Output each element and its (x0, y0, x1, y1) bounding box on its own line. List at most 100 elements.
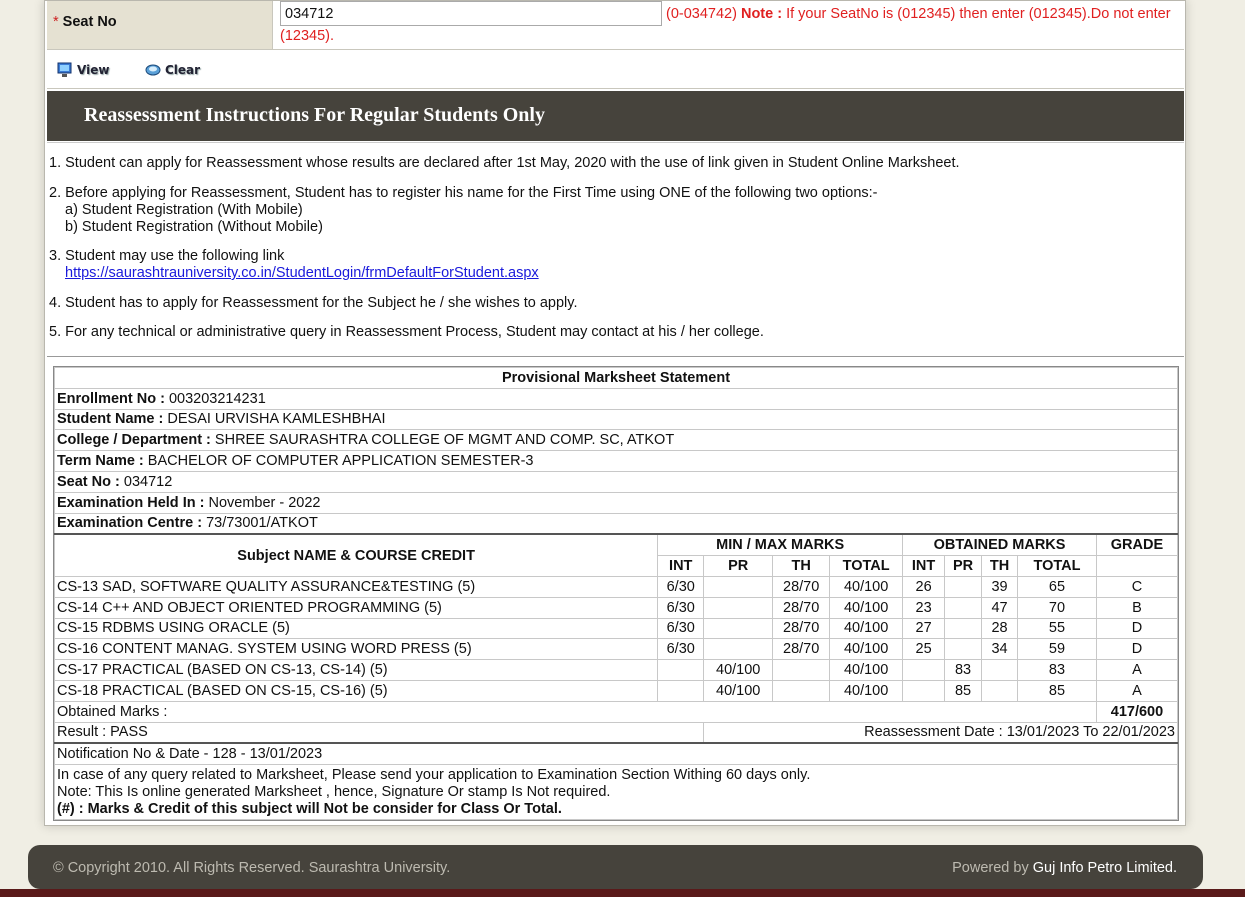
col-int: INT (902, 555, 946, 577)
cell-m_pr: 40/100 (703, 659, 774, 681)
cell-o_total: 59 (1017, 638, 1097, 661)
cell-o_th: 39 (981, 575, 1018, 598)
marksheet: Provisional Marksheet Statement Enrollme… (53, 366, 1179, 822)
cell-m_int (657, 659, 705, 681)
cell-o_th: 28 (981, 617, 1018, 640)
cell-o_int: 26 (902, 575, 946, 598)
col-total: TOTAL (1017, 555, 1097, 577)
footer: © Copyright 2010. All Rights Reserved. S… (28, 845, 1203, 889)
cell-o_total: 55 (1017, 617, 1097, 640)
cell-o_th: 34 (981, 638, 1018, 661)
subject-header: Subject NAME & COURSE CREDIT (53, 533, 659, 577)
clear-label: Clear (165, 63, 201, 77)
cell-grade: A (1095, 659, 1179, 681)
clear-button[interactable]: Clear (145, 59, 200, 81)
cell-subject: CS-18 PRACTICAL (BASED ON CS-15, CS-16) … (53, 679, 659, 702)
cell-o_pr (944, 617, 983, 640)
col-th: TH (772, 555, 831, 577)
cell-m_th (772, 679, 831, 702)
grade-header: GRADE (1095, 533, 1179, 557)
table-row: CS-16 CONTENT MANAG. SYSTEM USING WORD P… (53, 638, 1179, 661)
cell-m_int: 6/30 (657, 575, 705, 598)
cell-grade: C (1095, 575, 1179, 598)
cell-m_th: 28/70 (772, 617, 831, 640)
col-pr: PR (944, 555, 983, 577)
enrollment-row: Enrollment No : 003203214231 (54, 387, 1178, 410)
cell-m_pr: 40/100 (703, 679, 774, 702)
cell-m_total: 40/100 (829, 679, 904, 702)
instructions-list: 1. Student can apply for Reassessment wh… (47, 142, 1184, 357)
powered-by: Powered by Guj Info Petro Limited. (952, 860, 1177, 876)
cell-grade: B (1095, 596, 1179, 619)
reassessment-date: Reassessment Date : 13/01/2023 To 22/01/… (703, 721, 1178, 744)
notification: Notification No & Date - 128 - 13/01/202… (54, 742, 1178, 766)
table-row: CS-13 SAD, SOFTWARE QUALITY ASSURANCE&TE… (53, 575, 1179, 598)
instruction-3-text: 3. Student may use the following link (49, 248, 285, 264)
cell-o_th: 47 (981, 596, 1018, 619)
instruction-2-text: 2. Before applying for Reassessment, Stu… (49, 185, 878, 201)
seat-row: Seat No : 034712 (54, 470, 1178, 493)
cell-grade: D (1095, 638, 1179, 661)
student-name-row: Student Name : DESAI URVISHA KAMLESHBHAI (54, 408, 1178, 431)
cell-subject: CS-15 RDBMS USING ORACLE (5) (53, 617, 659, 640)
note-label: Note : (740, 6, 783, 22)
cell-m_th (772, 659, 831, 681)
seat-label-text: Seat No (62, 14, 117, 30)
cell-o_int: 27 (902, 617, 946, 640)
marksheet-title: Provisional Marksheet Statement (54, 367, 1178, 389)
table-row: CS-14 C++ AND OBJECT ORIENTED PROGRAMMIN… (53, 596, 1179, 619)
copyright: © Copyright 2010. All Rights Reserved. S… (53, 860, 451, 876)
instructions-title: Reassessment Instructions For Regular St… (47, 91, 1184, 141)
cell-o_int: 23 (902, 596, 946, 619)
cell-m_pr (703, 596, 774, 619)
view-button[interactable]: View (57, 59, 109, 81)
cell-m_total: 40/100 (829, 638, 904, 661)
cell-m_total: 40/100 (829, 575, 904, 598)
col-th: TH (981, 555, 1018, 577)
cell-m_int: 6/30 (657, 617, 705, 640)
note-credit: (#) : Marks & Credit of this subject wil… (57, 801, 562, 818)
cell-o_int: 25 (902, 638, 946, 661)
cell-o_pr: 85 (944, 679, 983, 702)
cell-m_int: 6/30 (657, 638, 705, 661)
cell-m_total: 40/100 (829, 659, 904, 681)
college-row: College / Department : SHREE SAURASHTRA … (54, 429, 1178, 452)
minmax-header: MIN / MAX MARKS (657, 533, 904, 557)
table-row: CS-15 RDBMS USING ORACLE (5) 6/30 28/70 40/… (53, 617, 1179, 640)
instruction-5: 5. For any technical or administrative q… (49, 324, 764, 340)
seat-number-row: *Seat No (0-034742) Note : If your SeatN… (47, 1, 1184, 50)
cell-o_pr (944, 575, 983, 598)
cell-o_pr (944, 638, 983, 661)
exam-centre-row: Examination Centre : 73/73001/ATKOT (54, 512, 1178, 535)
cell-m_total: 40/100 (829, 617, 904, 640)
cell-m_th: 28/70 (772, 596, 831, 619)
exam-held-row: Examination Held In : November - 2022 (54, 491, 1178, 514)
cell-m_th: 28/70 (772, 575, 831, 598)
instruction-1: 1. Student can apply for Reassessment wh… (49, 155, 960, 171)
cell-grade: D (1095, 617, 1179, 640)
note-query: In case of any query related to Markshee… (57, 767, 811, 784)
main-panel: *Seat No (0-034742) Note : If your SeatN… (44, 0, 1186, 826)
cell-o_total: 83 (1017, 659, 1097, 681)
cell-m_pr (703, 575, 774, 598)
col-pr: PR (703, 555, 774, 577)
cell-subject: CS-16 CONTENT MANAG. SYSTEM USING WORD P… (53, 638, 659, 661)
note-online: Note: This Is online generated Marksheet… (57, 784, 611, 801)
cell-grade: A (1095, 679, 1179, 702)
view-label: View (77, 63, 110, 77)
cell-m_int (657, 679, 705, 702)
company-link[interactable]: Guj Info Petro Limited. (1033, 860, 1177, 876)
marksheet-table: Provisional Marksheet Statement Enrollme… (53, 367, 1179, 821)
instruction-2a: a) Student Registration (With Mobile) (65, 202, 303, 218)
table-row: CS-17 PRACTICAL (BASED ON CS-13, CS-14) … (53, 659, 1179, 681)
student-login-link[interactable]: https://saurashtrauniversity.co.in/Stude… (65, 265, 539, 281)
cell-o_th (981, 679, 1018, 702)
cell-o_pr (944, 596, 983, 619)
cell-subject: CS-14 C++ AND OBJECT ORIENTED PROGRAMMIN… (53, 596, 659, 619)
term-row: Term Name : BACHELOR OF COMPUTER APPLICA… (54, 450, 1178, 472)
cell-m_th: 28/70 (772, 638, 831, 661)
instruction-2b: b) Student Registration (Without Mobile) (65, 219, 323, 235)
cell-o_th (981, 659, 1018, 681)
col-total: TOTAL (829, 555, 904, 577)
required-mark: * (53, 14, 59, 30)
